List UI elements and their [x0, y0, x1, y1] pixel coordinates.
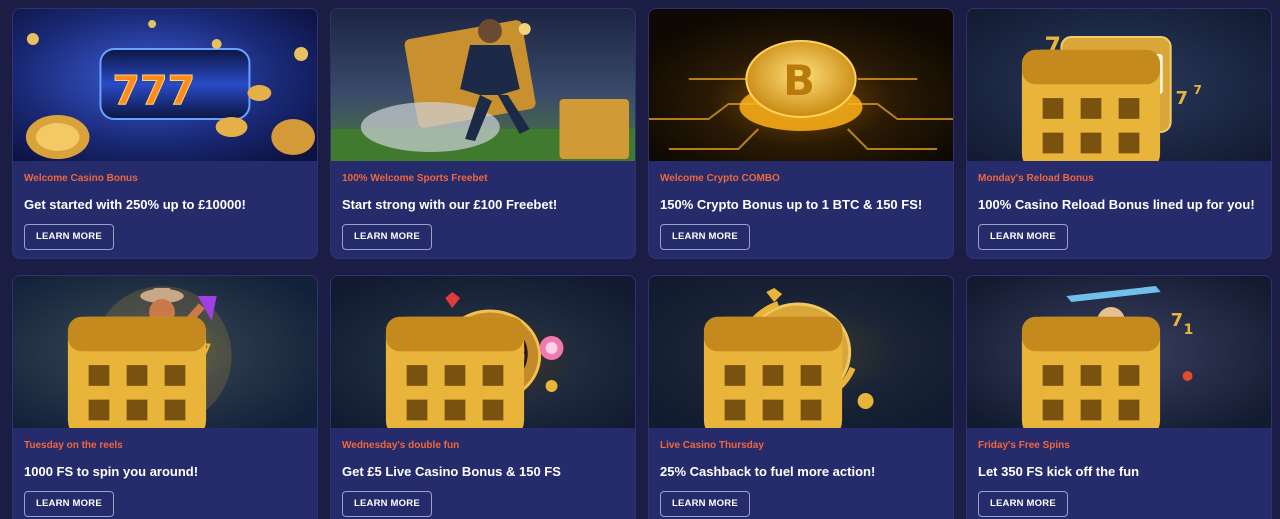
promo-category: Wednesday's double fun — [342, 440, 460, 451]
spade-chip-icon — [649, 276, 953, 428]
calendar-icon — [1021, 316, 1161, 428]
promo-headline: Get £5 Live Casino Bonus & 150 FS — [342, 464, 561, 479]
learn-more-button[interactable]: LEARN MORE — [978, 491, 1068, 517]
promo-category: Live Casino Thursday — [660, 440, 764, 451]
promo-headline: 1000 FS to spin you around! — [24, 464, 199, 479]
calendar-icon — [703, 316, 843, 428]
slot-machine-icon: 7 7 7 7 7 7 — [967, 9, 1271, 161]
calendar-icon — [385, 316, 525, 428]
calendar-icon — [1021, 49, 1161, 161]
promo-card-tuesday-reels[interactable]: 7 7 7 Tuesday on the reels 1000 FS to sp… — [12, 275, 318, 519]
learn-more-button[interactable]: LEARN MORE — [24, 224, 114, 250]
learn-more-button[interactable]: LEARN MORE — [342, 224, 432, 250]
promo-category: Welcome Casino Bonus — [24, 173, 138, 184]
promo-card-wednesday-double[interactable]: Wednesday's double fun Get £5 Live Casin… — [330, 275, 636, 519]
promo-card-crypto-combo[interactable]: B Welcome Crypto COMBO 150% Crypto Bonus… — [648, 8, 954, 259]
promo-headline: Get started with 250% up to £10000! — [24, 197, 246, 212]
football-player-ticket-icon — [331, 9, 635, 161]
promo-category: Friday's Free Spins — [978, 440, 1070, 451]
promo-headline: 150% Crypto Bonus up to 1 BTC & 150 FS! — [660, 197, 923, 212]
promo-category: Tuesday on the reels — [24, 440, 123, 451]
zeus-character-icon: 7 7 1 — [967, 276, 1271, 428]
promo-card-friday-free-spins[interactable]: 7 7 1 Friday's Free Spins Let 350 FS kic… — [966, 275, 1272, 519]
promotions-grid: 777 Welcome Casino Bonus Get started wit… — [12, 8, 1272, 519]
learn-more-button[interactable]: LEARN MORE — [978, 224, 1068, 250]
promo-card-monday-reload[interactable]: 7 7 7 7 7 7 Monday's Reload Bonus 100% C… — [966, 8, 1272, 259]
promo-card-live-casino-thursday[interactable]: Live Casino Thursday 25% Cashback to fue… — [648, 275, 954, 519]
calendar-icon — [67, 316, 207, 428]
promo-category: Welcome Crypto COMBO — [660, 173, 780, 184]
promo-headline: 25% Cashback to fuel more action! — [660, 464, 876, 479]
promo-category: Monday's Reload Bonus — [978, 173, 1094, 184]
roulette-wheel-icon — [331, 276, 635, 428]
slot-reel-777-icon: 777 — [13, 9, 317, 161]
promo-headline: 100% Casino Reload Bonus lined up for yo… — [978, 197, 1255, 212]
learn-more-button[interactable]: LEARN MORE — [342, 491, 432, 517]
learn-more-button[interactable]: LEARN MORE — [660, 491, 750, 517]
promo-headline: Start strong with our £100 Freebet! — [342, 197, 558, 212]
promo-card-sports-freebet[interactable]: 100% Welcome Sports Freebet Start strong… — [330, 8, 636, 259]
learn-more-button[interactable]: LEARN MORE — [660, 224, 750, 250]
svg-text:B: B — [783, 56, 815, 105]
promo-category: 100% Welcome Sports Freebet — [342, 173, 488, 184]
svg-text:777: 777 — [112, 68, 195, 114]
promo-card-welcome-casino[interactable]: 777 Welcome Casino Bonus Get started wit… — [12, 8, 318, 259]
cowboy-character-icon: 7 7 7 — [13, 276, 317, 428]
learn-more-button[interactable]: LEARN MORE — [24, 491, 114, 517]
bitcoin-coin-icon: B — [649, 9, 953, 161]
promo-headline: Let 350 FS kick off the fun — [978, 464, 1140, 479]
